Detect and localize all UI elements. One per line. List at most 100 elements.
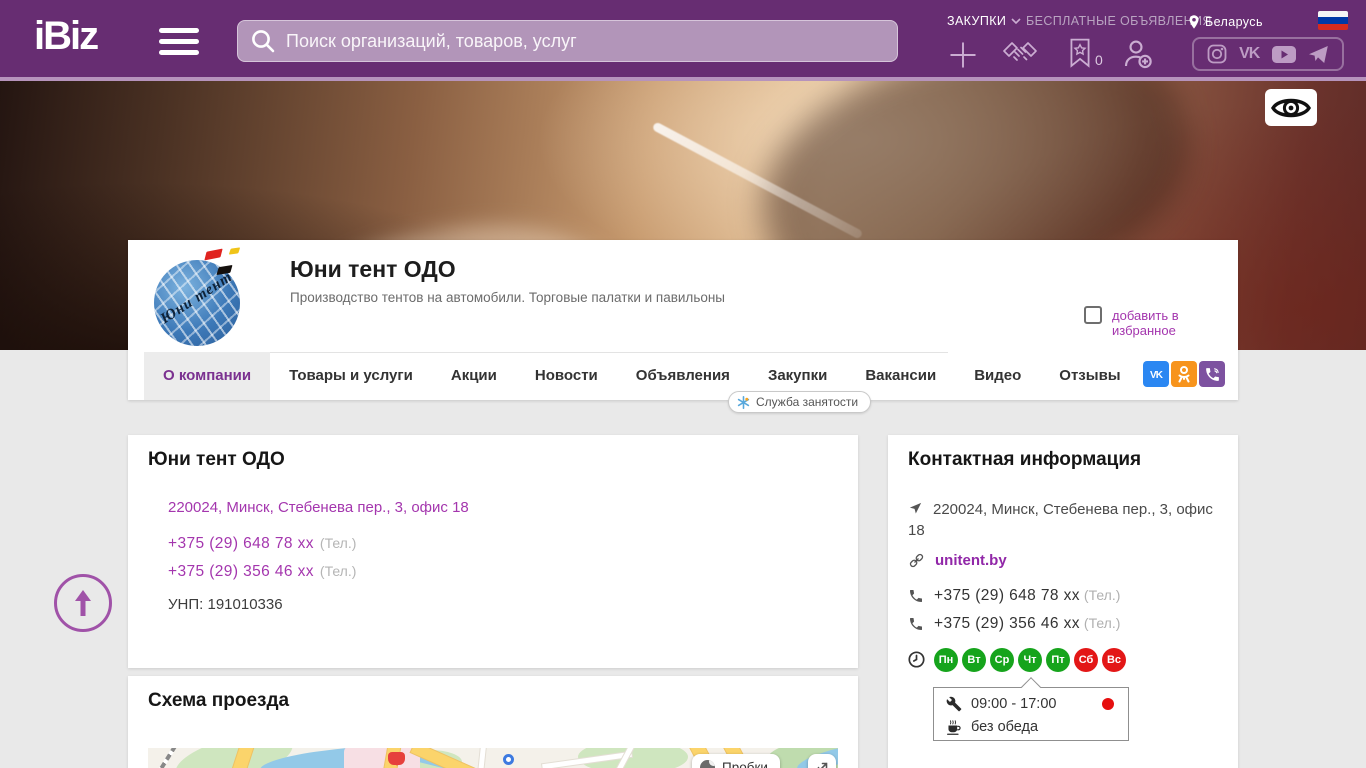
- page: iBiz ЗАКУПКИ БЕСПЛАТНЫЕ ОБЪЯВЛЕНИЯ Белар…: [0, 0, 1366, 768]
- clock-icon: [908, 651, 925, 668]
- logo-flag-yellow: [229, 247, 240, 254]
- add-button[interactable]: [948, 40, 978, 70]
- phone-link[interactable]: +375 (29) 648 78 xx: [168, 535, 314, 552]
- instagram-icon[interactable]: [1207, 44, 1227, 64]
- plus-icon: [948, 40, 978, 70]
- favorite-label[interactable]: добавить в избранное: [1112, 308, 1238, 338]
- country-selector[interactable]: Беларусь: [1188, 14, 1263, 30]
- header-divider: [0, 77, 1366, 81]
- scroll-top-button[interactable]: [54, 574, 112, 632]
- employment-service-icon: [737, 396, 750, 409]
- contact-address-row: 220024, Минск, Стебенева пер., 3, офис 1…: [908, 499, 1218, 541]
- favorite-checkbox[interactable]: [1084, 306, 1102, 324]
- hours-row: 09:00 - 17:00: [946, 696, 1056, 712]
- company-card: Юни тент Юни тент ОДО Производство тенто…: [128, 240, 1238, 400]
- tab-about[interactable]: О компании: [144, 352, 270, 400]
- header-socials: VK: [1192, 37, 1344, 71]
- ibiz-logo[interactable]: iBiz: [34, 14, 97, 59]
- phone-type: (Тел.): [320, 563, 356, 579]
- favorites-button[interactable]: 0: [1068, 38, 1103, 68]
- arrow-up-icon: [70, 588, 96, 618]
- accessibility-eye-button[interactable]: [1265, 89, 1317, 126]
- traffic-button[interactable]: Пробки: [692, 754, 780, 768]
- day-badge-fri[interactable]: Пт: [1046, 648, 1070, 672]
- tab-ads[interactable]: Объявления: [617, 352, 749, 400]
- language-flag-russian[interactable]: [1318, 11, 1348, 30]
- link-icon: [908, 552, 925, 569]
- phone-type: (Тел.): [1084, 615, 1120, 631]
- closed-now-indicator: [1102, 698, 1114, 710]
- search-bar: [237, 20, 898, 62]
- bookmark-star-icon: [1068, 38, 1092, 68]
- day-badge-thu[interactable]: Чт: [1018, 648, 1042, 672]
- lunch-info: без обеда: [971, 719, 1038, 735]
- tab-promos[interactable]: Акции: [432, 352, 516, 400]
- free-ads-link[interactable]: БЕСПЛАТНЫЕ ОБЪЯВЛЕНИЯ: [1026, 14, 1212, 28]
- tab-reviews[interactable]: Отзывы: [1040, 352, 1139, 400]
- contact-phone-row: +375 (29) 356 46 xx(Тел.): [908, 615, 1120, 633]
- telegram-icon[interactable]: [1308, 45, 1329, 64]
- about-address-link[interactable]: 220024, Минск, Стебенева пер., 3, офис 1…: [168, 499, 469, 516]
- viber-share-button[interactable]: [1199, 361, 1225, 387]
- map-card: Схема проезда Лошица Пробки: [128, 676, 858, 768]
- company-logo: Юни тент: [146, 244, 252, 350]
- working-days: Пн Вт Ср Чт Пт Сб Вс: [934, 648, 1126, 672]
- day-badge-wed[interactable]: Ср: [990, 648, 1014, 672]
- expand-icon: [816, 761, 829, 768]
- day-badge-sat[interactable]: Сб: [1074, 648, 1098, 672]
- handshake-icon: [1001, 40, 1039, 68]
- about-title: Юни тент ОДО: [148, 449, 285, 471]
- share-buttons: VK: [1143, 361, 1225, 387]
- ok-share-button[interactable]: [1171, 361, 1197, 387]
- map-marker-red[interactable]: [388, 752, 405, 765]
- phone-icon: [908, 616, 924, 632]
- phone-link[interactable]: +375 (29) 356 46 xx: [168, 563, 314, 580]
- vk-icon[interactable]: VK: [1239, 45, 1259, 63]
- youtube-icon[interactable]: [1272, 46, 1296, 63]
- vk-share-button[interactable]: VK: [1143, 361, 1169, 387]
- day-badge-tue[interactable]: Вт: [962, 648, 986, 672]
- lunch-row: без обеда: [946, 719, 1038, 735]
- tab-products[interactable]: Товары и услуги: [270, 352, 432, 400]
- eye-icon: [1270, 94, 1312, 122]
- favorites-count: 0: [1095, 52, 1103, 68]
- about-card: Юни тент ОДО 220024, Минск, Стебенева пе…: [128, 435, 858, 668]
- contact-title: Контактная информация: [908, 449, 1141, 471]
- phone-link[interactable]: +375 (29) 648 78 xx: [934, 587, 1080, 604]
- about-phone-row: +375 (29) 648 78 xx(Тел.): [168, 535, 356, 553]
- map-hospital-area: [344, 748, 420, 768]
- about-phone-row: +375 (29) 356 46 xx (Тел.): [168, 563, 356, 581]
- traffic-label: Пробки: [722, 760, 768, 768]
- search-input[interactable]: [276, 21, 897, 61]
- employment-service-tooltip[interactable]: Служба занятости: [728, 391, 871, 413]
- company-tabs: О компании Товары и услуги Акции Новости…: [144, 352, 1140, 400]
- phone-link[interactable]: +375 (29) 356 46 xx: [934, 615, 1080, 632]
- map-fullscreen-button[interactable]: [808, 754, 836, 768]
- navigation-arrow-icon: [908, 501, 923, 516]
- phone-type: (Тел.): [1084, 587, 1120, 603]
- partnership-button[interactable]: [1001, 40, 1039, 68]
- procurement-link[interactable]: ЗАКУПКИ: [947, 14, 1021, 28]
- menu-button[interactable]: [159, 28, 199, 55]
- work-tools-icon: [946, 696, 962, 712]
- map-railway: [148, 748, 177, 768]
- popover-pointer: [1021, 677, 1041, 697]
- day-badge-sun[interactable]: Вс: [1102, 648, 1126, 672]
- contact-card: Контактная информация 220024, Минск, Сте…: [888, 435, 1238, 768]
- contact-website-row: unitent.by: [908, 552, 1007, 569]
- tab-news[interactable]: Новости: [516, 352, 617, 400]
- tab-video[interactable]: Видео: [955, 352, 1040, 400]
- company-website-link[interactable]: unitent.by: [935, 552, 1007, 569]
- profile-button[interactable]: [1122, 38, 1154, 70]
- map-title: Схема проезда: [148, 690, 289, 712]
- header: iBiz ЗАКУПКИ БЕСПЛАТНЫЕ ОБЪЯВЛЕНИЯ Белар…: [0, 0, 1366, 81]
- coffee-cup-icon: [946, 720, 962, 735]
- contact-address: 220024, Минск, Стебенева пер., 3, офис 1…: [908, 501, 1213, 539]
- location-pin-icon: [1188, 14, 1200, 30]
- chevron-down-icon: [1011, 18, 1021, 24]
- day-badge-mon[interactable]: Пн: [934, 648, 958, 672]
- traffic-icon: [700, 760, 715, 768]
- map-marker-company[interactable]: [503, 754, 514, 765]
- logo-flag-red: [204, 249, 222, 261]
- map-canvas[interactable]: Лошица Пробки: [148, 748, 838, 768]
